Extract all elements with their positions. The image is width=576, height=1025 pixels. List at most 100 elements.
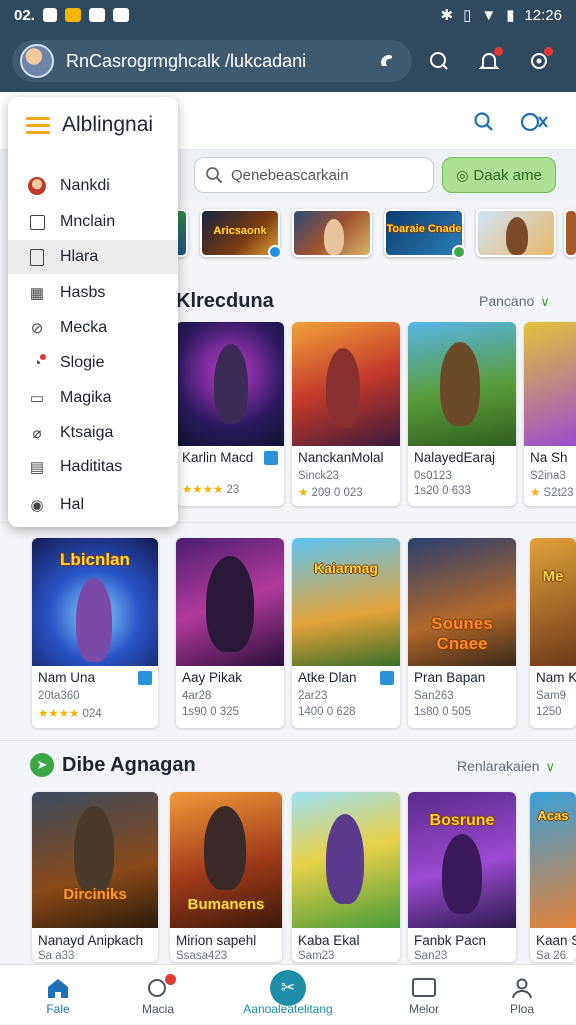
character-figure <box>326 814 364 904</box>
notification-icon <box>42 8 57 22</box>
game-card[interactable]: Lbicnlan Nam Una 20ta360 ★★★★ 024 <box>32 538 158 728</box>
voice-icon[interactable] <box>370 44 404 78</box>
search-placeholder: Qenebeascarkain <box>231 166 349 184</box>
featured-banner[interactable]: Toaraie Cnade <box>384 209 466 259</box>
hamburger-menu-icon[interactable] <box>26 113 50 138</box>
game-art <box>176 538 284 666</box>
section-title: Klrecduna <box>176 290 274 312</box>
chat-icon[interactable] <box>416 40 462 82</box>
top-search-bar[interactable]: RnCasrogrmghcalk /lukcadani <box>12 40 412 82</box>
game-title: NalayedEaraj <box>414 450 496 465</box>
section-see-more-link[interactable]: Renlarakaien ∨ <box>457 758 555 775</box>
game-art-text: Bosrune <box>429 812 495 829</box>
drawer-item[interactable]: ⊘ Mecka <box>8 311 178 345</box>
character-figure <box>214 344 248 424</box>
game-rating: 1s90 0 325 <box>182 706 239 718</box>
drawer-header: Alblingnai <box>8 97 178 153</box>
game-rating: ★★★★ 23 <box>182 482 239 496</box>
chat-icon <box>146 974 176 1002</box>
drawer-item-active[interactable]: Hlara <box>8 240 178 274</box>
game-search-input[interactable]: Qenebeascarkain <box>194 157 434 193</box>
character-figure <box>204 806 246 890</box>
game-card[interactable]: Karlin Macd ★★★★ 23 <box>176 322 284 506</box>
verified-icon <box>138 671 152 685</box>
rating-stars: ★★★★ <box>38 708 80 720</box>
settings-gear-icon[interactable] <box>516 40 562 82</box>
divider <box>0 740 576 741</box>
drawer-item[interactable]: ⌀ Ktsaiga <box>8 416 178 450</box>
game-card[interactable]: Kaiarmag Atke Dlan 2ar23 1400 0 628 <box>292 538 400 728</box>
featured-banner[interactable] <box>292 209 372 257</box>
featured-banner[interactable]: Aricsaonk <box>200 209 282 259</box>
drawer-item-label: Magika <box>60 389 112 406</box>
game-card[interactable]: Na Sh S2ina3 ★ S2t23 <box>524 322 576 506</box>
person-icon <box>510 974 534 1002</box>
game-rating: ★ S2t23 <box>530 485 574 499</box>
notification-dot <box>165 974 176 985</box>
character-figure <box>74 806 114 894</box>
chevron-down-icon: ∨ <box>545 759 556 774</box>
game-art <box>524 322 576 446</box>
featured-banner[interactable] <box>476 209 556 257</box>
top-search-text: RnCasrogrmghcalk /lukcadani <box>66 50 307 71</box>
rating-value: 209 0 023 <box>311 487 363 499</box>
game-subtitle: Sam23 <box>298 950 335 962</box>
game-card[interactable]: Dirciniks Nanayd Anipkach Sa a33 <box>32 792 158 962</box>
profile-avatar[interactable] <box>20 44 54 78</box>
drawer-item[interactable]: ◉ Hal <box>8 488 178 522</box>
game-card[interactable]: NalayedEaraj 0s0123 1s20 0 633 <box>408 322 516 506</box>
drawer-item-label: Hal <box>60 496 85 513</box>
banner-art-text: Toaraie Cnade <box>386 223 462 235</box>
nav-play[interactable]: ✂ Aanoaleatelitang <box>228 965 348 1025</box>
drawer-item[interactable]: ▭ Magika <box>8 381 178 415</box>
game-art: Bumanens <box>170 792 282 928</box>
screenshot-icon <box>88 8 105 22</box>
character-figure <box>440 342 480 426</box>
game-title: Pran Bapan <box>414 670 486 685</box>
drawer-item[interactable]: Nankdi <box>8 169 178 203</box>
game-art: Me <box>530 538 576 666</box>
game-card[interactable]: Bumanens Mirion sapehl Ssasa423 <box>170 792 282 962</box>
character-figure <box>442 834 482 914</box>
game-card[interactable]: Kaba Ekal Sam23 <box>292 792 400 962</box>
search-icon[interactable] <box>466 104 502 140</box>
game-card[interactable]: Me Nam K Sam9 1250 <box>530 538 576 728</box>
drawer-item[interactable]: ▤ Hadititas <box>8 450 178 484</box>
square-icon <box>28 213 46 231</box>
game-card[interactable]: Aay Pikak 4ar28 1s90 0 325 <box>176 538 284 728</box>
game-subtitle: 20ta360 <box>38 690 80 702</box>
drawer-item-label: Hlara <box>60 248 99 265</box>
section-see-more-link[interactable]: Pancano ∨ <box>479 293 550 310</box>
list-icon: ▤ <box>29 459 45 476</box>
nav-profile[interactable]: Ploa <box>482 965 562 1025</box>
game-art-text: Sounes Cnaee <box>431 614 493 653</box>
nav-library[interactable]: Melor <box>384 965 464 1025</box>
drawer-title: Alblingnai <box>62 113 154 136</box>
nav-home[interactable]: Fale <box>18 965 98 1025</box>
find-game-button[interactable]: ◎ Daak ame <box>442 157 556 193</box>
banner-art-text: Aricsaonk <box>213 225 267 237</box>
game-title: Atke Dlan <box>298 670 357 685</box>
grid-icon: ▦ <box>29 285 45 302</box>
drawer-item[interactable]: ▦ Hasbs <box>8 276 178 310</box>
record-icon: ◉ <box>30 497 44 514</box>
game-title: Nam K <box>536 670 576 685</box>
game-art: Bosrune <box>408 792 516 928</box>
featured-banner[interactable] <box>564 209 576 257</box>
app-notification-icon <box>64 8 81 22</box>
drawer-item-label: Nankdi <box>60 177 110 194</box>
game-subtitle: S2ina3 <box>530 470 566 482</box>
nav-messages[interactable]: Macia <box>118 965 198 1025</box>
drawer-item-label: Mnclain <box>60 213 116 230</box>
verified-icon <box>380 671 394 685</box>
filter-icon[interactable] <box>516 104 552 140</box>
game-art: Lbicnlan <box>32 538 158 666</box>
game-card[interactable]: Acas Kaan S Sa 26 <box>530 792 576 962</box>
game-card[interactable]: Sounes Cnaee Pran Bapan San263 1s80 0 50… <box>408 538 516 728</box>
game-card[interactable]: Bosrune Fanbk Pacn San23 <box>408 792 516 962</box>
drawer-item[interactable]: Mnclain <box>8 205 178 239</box>
game-card[interactable]: NanckanMolal Sinck23 ★ 209 0 023 <box>292 322 400 506</box>
notifications-bell-icon[interactable] <box>466 40 512 82</box>
drawer-item[interactable]: ◔ Slogie <box>8 346 178 380</box>
status-left-text: 02. <box>14 6 35 24</box>
